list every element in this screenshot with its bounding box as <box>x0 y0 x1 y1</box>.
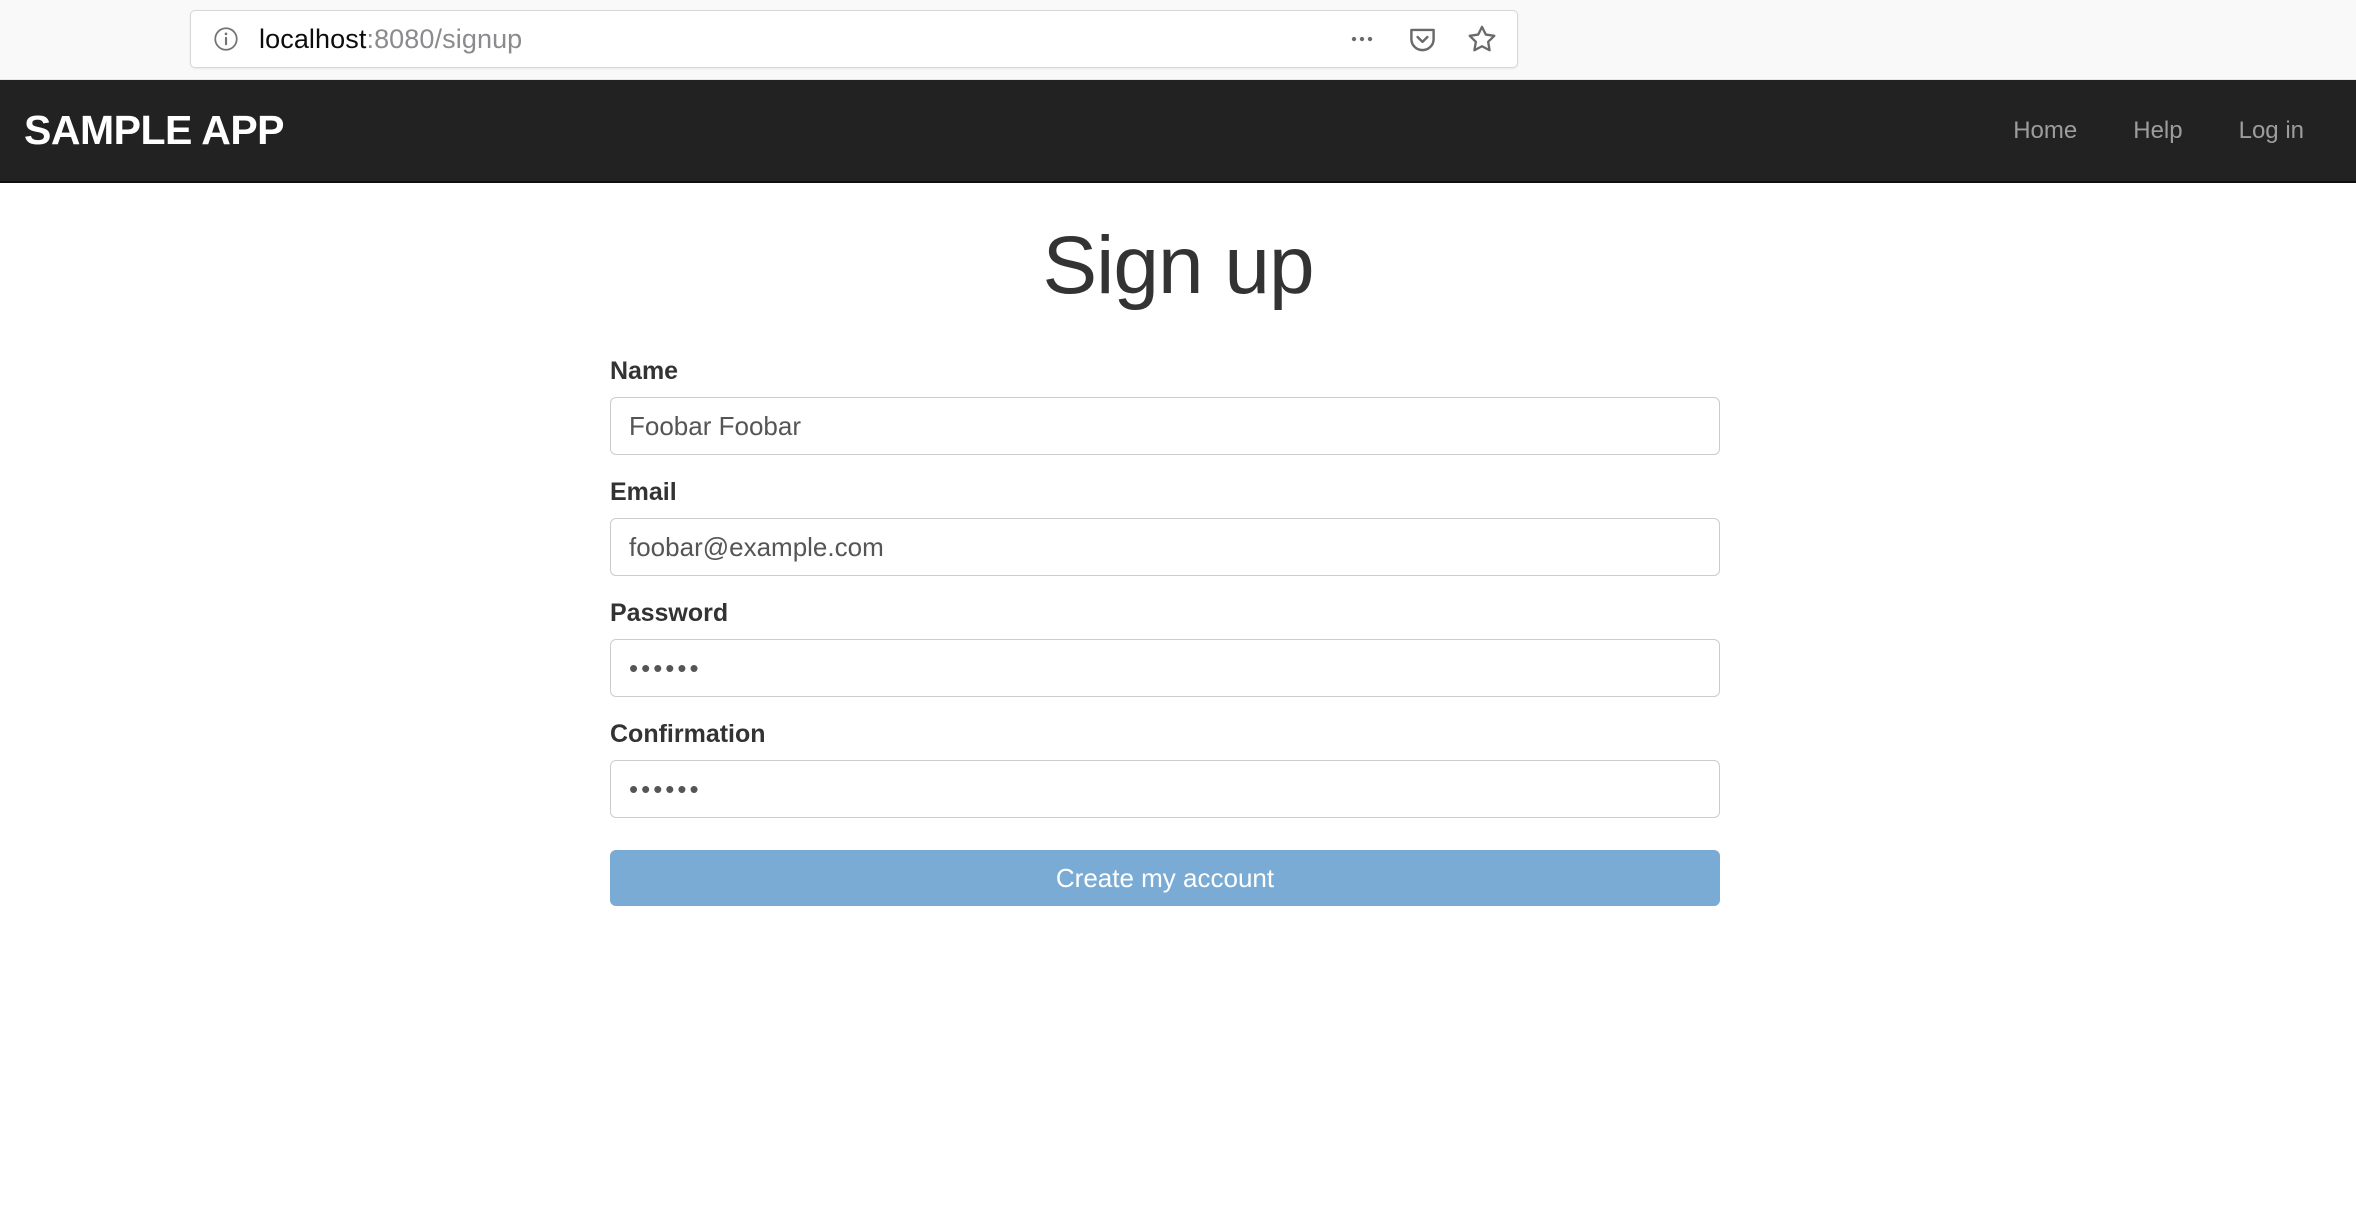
field-group-password: Password <box>610 598 1720 698</box>
main-content: Sign up Name Email Password Confirmation… <box>0 183 2356 1111</box>
site-navbar: SAMPLE APP Home Help Log in <box>0 80 2356 183</box>
field-group-name: Name <box>610 356 1720 456</box>
name-input[interactable] <box>610 397 1720 456</box>
name-label: Name <box>610 357 679 386</box>
email-input[interactable] <box>610 518 1720 577</box>
page-actions-icon[interactable] <box>1345 22 1379 56</box>
url-text[interactable]: localhost:8080/signup <box>259 24 1331 55</box>
nav-link-help[interactable]: Help <box>2105 118 2210 143</box>
password-label: Password <box>610 599 729 628</box>
field-group-email: Email <box>610 477 1720 577</box>
nav-link-login[interactable]: Log in <box>2211 118 2332 143</box>
url-path: :8080/signup <box>366 23 523 54</box>
browser-chrome: localhost:8080/signup <box>0 0 2356 80</box>
confirmation-input[interactable] <box>610 760 1720 819</box>
pocket-icon[interactable] <box>1405 22 1439 56</box>
nav-link-home[interactable]: Home <box>1985 118 2105 143</box>
password-input[interactable] <box>610 639 1720 698</box>
confirmation-label: Confirmation <box>610 720 766 749</box>
page-title: Sign up <box>1042 220 1314 311</box>
brand-logo[interactable]: SAMPLE APP <box>24 110 285 151</box>
primary-nav: Home Help Log in <box>1985 118 2332 143</box>
address-bar[interactable]: localhost:8080/signup <box>190 10 1518 68</box>
info-circle-icon[interactable] <box>211 24 241 54</box>
bookmark-star-icon[interactable] <box>1465 22 1499 56</box>
create-account-button[interactable]: Create my account <box>610 850 1720 907</box>
field-group-confirmation: Confirmation <box>610 719 1720 819</box>
signup-form: Name Email Password Confirmation Create … <box>610 311 1720 907</box>
email-label: Email <box>610 478 677 507</box>
url-host: localhost <box>259 23 367 54</box>
urlbar-actions <box>1345 22 1499 56</box>
